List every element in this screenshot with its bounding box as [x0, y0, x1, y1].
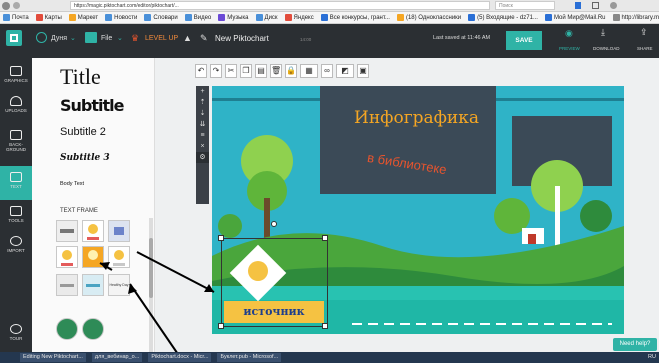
taskbar-item[interactable]: Piktochart.docx - Micr... — [148, 353, 212, 362]
need-help-button[interactable]: Need help? — [613, 338, 657, 351]
taskbar-item[interactable]: для_вебинар_о... — [91, 353, 143, 362]
language-indicator[interactable]: RU — [645, 353, 659, 362]
windows-taskbar: Editing New Piktochart... для_вебинар_о..… — [0, 352, 659, 363]
taskbar-item[interactable]: Буклет.pub - Microsof... — [217, 353, 282, 362]
annotation-arrows — [99, 251, 215, 363]
taskbar-item[interactable]: Editing New Piktochart... — [20, 353, 86, 362]
